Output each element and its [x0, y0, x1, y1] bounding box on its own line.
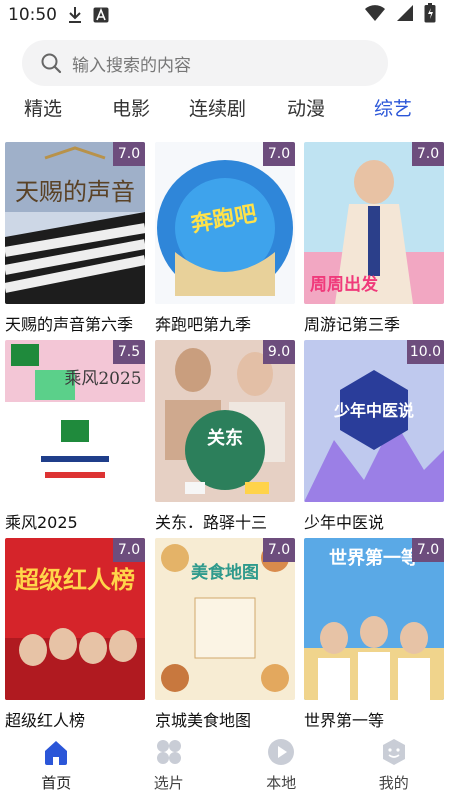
nav-label: 本地 [266, 774, 297, 792]
card-title: 超级红人榜 [5, 711, 86, 730]
signal-icon [396, 4, 414, 26]
nav-profile[interactable]: 我的 [338, 736, 450, 800]
search-icon [40, 52, 62, 74]
rating-badge: 7.0 [412, 538, 444, 562]
tab-movies[interactable]: 电影 [112, 94, 150, 121]
card-item[interactable]: 乘风2025 7.5 乘风2025 [5, 340, 145, 533]
card-title: 京城美食地图 [155, 711, 252, 730]
category-tabs: 精选 电影 连续剧 动漫 综艺 [0, 94, 450, 130]
card-item[interactable]: 奔跑吧 7.0 奔跑吧第九季 [155, 142, 295, 335]
rating-badge: 7.0 [412, 142, 444, 166]
poster-image: 世界第一等 7.0 [304, 538, 444, 700]
card-item[interactable]: 周周出发 7.0 周游记第三季 [304, 142, 444, 335]
card-item[interactable]: 天赐的声音 7.0 天赐的声音第六季 [5, 142, 145, 335]
card-item[interactable]: 超级红人榜 7.0 超级红人榜 [5, 538, 145, 731]
status-time: 10:50 [8, 5, 57, 25]
rating-badge: 7.5 [113, 340, 145, 364]
nav-label: 选片 [153, 774, 184, 792]
status-bar: 10:50 [0, 0, 450, 30]
poster-title-text: 天赐的声音 [15, 178, 135, 206]
poster-image: 周周出发 7.0 [304, 142, 444, 304]
nav-label: 我的 [378, 774, 409, 792]
grid-icon [155, 738, 183, 766]
download-icon [67, 6, 83, 24]
poster-title-text: 美食地图 [191, 562, 259, 583]
nav-home[interactable]: 首页 [0, 736, 113, 800]
play-icon [267, 738, 295, 766]
bottom-nav: 首页 选片 本地 我的 [0, 736, 450, 800]
profile-icon [380, 738, 408, 766]
card-item[interactable]: 少年中医说 10.0 少年中医说 [304, 340, 444, 533]
rating-badge: 10.0 [406, 340, 444, 364]
nav-label: 首页 [41, 774, 72, 792]
poster-image: 乘风2025 7.5 [5, 340, 145, 502]
battery-icon [424, 3, 436, 27]
tab-series[interactable]: 连续剧 [189, 94, 246, 121]
card-title: 关东．路驿十三 [155, 513, 268, 532]
wifi-icon [364, 4, 386, 26]
search-bar[interactable]: 输入搜索的内容 [22, 40, 388, 86]
poster-title-text: 周周出发 [310, 274, 379, 295]
poster-image: 天赐的声音 7.0 [5, 142, 145, 304]
card-title: 奔跑吧第九季 [155, 315, 252, 334]
poster-title-text: 超级红人榜 [15, 566, 135, 594]
poster-title-text: 关东 [207, 427, 243, 449]
card-title: 少年中医说 [304, 513, 385, 532]
card-item[interactable]: 世界第一等 7.0 世界第一等 [304, 538, 444, 731]
poster-title-text: 少年中医说 [333, 401, 414, 420]
rating-badge: 7.0 [113, 142, 145, 166]
poster-title-text: 乘风2025 [64, 369, 141, 389]
search-placeholder: 输入搜索的内容 [72, 55, 191, 76]
tab-featured[interactable]: 精选 [24, 94, 62, 121]
font-icon [93, 7, 109, 23]
rating-badge: 7.0 [263, 142, 295, 166]
rating-badge: 9.0 [263, 340, 295, 364]
card-item[interactable]: 美食地图 7.0 京城美食地图 [155, 538, 295, 731]
card-title: 世界第一等 [304, 711, 385, 730]
poster-image: 奔跑吧 7.0 [155, 142, 295, 304]
poster-image: 超级红人榜 7.0 [5, 538, 145, 700]
poster-title-text: 世界第一等 [329, 547, 419, 569]
poster-image: 关东 9.0 [155, 340, 295, 502]
nav-local[interactable]: 本地 [225, 736, 338, 800]
rating-badge: 7.0 [113, 538, 145, 562]
card-title: 乘风2025 [5, 513, 78, 532]
rating-badge: 7.0 [263, 538, 295, 562]
nav-browse[interactable]: 选片 [113, 736, 226, 800]
home-icon [42, 738, 70, 766]
poster-image: 美食地图 7.0 [155, 538, 295, 700]
tab-anime[interactable]: 动漫 [287, 94, 325, 121]
card-title: 周游记第三季 [304, 315, 401, 334]
card-item[interactable]: 关东 9.0 关东．路驿十三 [155, 340, 295, 533]
tab-variety[interactable]: 综艺 [374, 94, 412, 121]
poster-image: 少年中医说 10.0 [304, 340, 444, 502]
card-title: 天赐的声音第六季 [5, 315, 134, 334]
